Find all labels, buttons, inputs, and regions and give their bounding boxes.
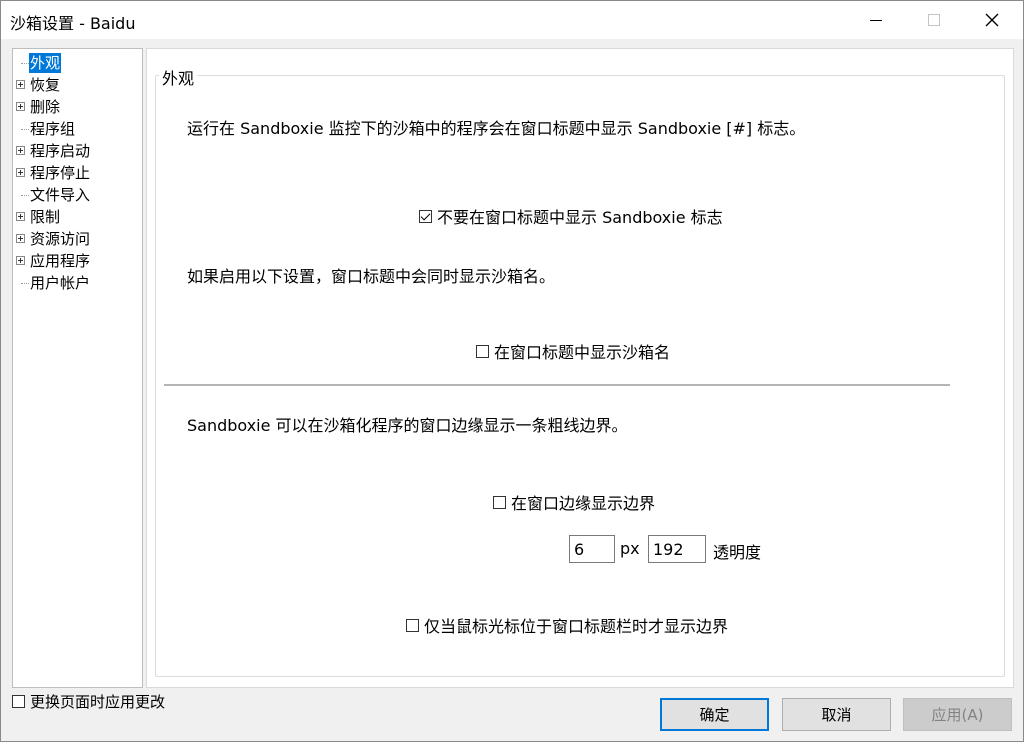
cancel-button[interactable]: 取消 — [782, 698, 891, 731]
tree-connector — [21, 63, 29, 64]
show-border-label[interactable]: 在窗口边缘显示边界 — [511, 490, 655, 514]
expand-icon[interactable] — [16, 234, 25, 243]
tree-item-label: 用户帐户 — [30, 274, 91, 292]
tree-item-resource-access[interactable]: 资源访问 — [13, 229, 141, 249]
tree-item-label: 程序停止 — [30, 164, 91, 182]
tree-item-label: 程序启动 — [30, 142, 91, 160]
expand-icon[interactable] — [16, 168, 25, 177]
window-title: 沙箱设置 - Baidu — [10, 14, 136, 33]
box-name-description: 如果启用以下设置，窗口标题中会同时显示沙箱名。 — [187, 267, 556, 286]
border-width-input[interactable] — [569, 535, 615, 563]
tree-item-recovery[interactable]: 恢复 — [13, 75, 141, 95]
maximize-icon — [928, 14, 940, 26]
show-box-name-checkbox-row[interactable]: 在窗口标题中显示沙箱名 — [476, 339, 670, 363]
title-marker-description: 运行在 Sandboxie 监控下的沙箱中的程序会在窗口标题中显示 Sandbo… — [187, 119, 806, 138]
tree-item-user-accounts[interactable]: 用户帐户 — [13, 273, 141, 293]
maximize-button — [911, 1, 957, 39]
border-on-hover-checkbox[interactable] — [406, 618, 419, 632]
group-title: 外观 — [159, 65, 198, 89]
border-description: Sandboxie 可以在沙箱化程序的窗口边缘显示一条粗线边界。 — [187, 416, 628, 435]
hide-marker-label[interactable]: 不要在窗口标题中显示 Sandboxie 标志 — [437, 204, 723, 228]
tree-item-label: 删除 — [30, 98, 61, 116]
tree-connector — [21, 283, 29, 284]
tree-item-delete[interactable]: 删除 — [13, 97, 141, 117]
tree-item-label: 文件导入 — [30, 186, 91, 204]
expand-icon[interactable] — [16, 256, 25, 265]
tree-item-label: 恢复 — [30, 76, 61, 94]
apply-on-page-change-checkbox[interactable] — [12, 695, 25, 708]
expand-icon[interactable] — [16, 102, 25, 111]
close-button[interactable] — [969, 1, 1015, 39]
border-width-unit: px — [620, 539, 640, 558]
apply-button: 应用(A) — [903, 698, 1012, 731]
tree-item-program-start[interactable]: 程序启动 — [13, 141, 141, 161]
title-bar[interactable]: 沙箱设置 - Baidu — [1, 1, 1023, 39]
section-separator — [164, 384, 950, 386]
expand-icon[interactable] — [16, 146, 25, 155]
tree-item-restrictions[interactable]: 限制 — [13, 207, 141, 227]
tree-item-program-groups[interactable]: 程序组 — [13, 119, 141, 139]
expand-icon[interactable] — [16, 80, 25, 89]
tree-item-label: 资源访问 — [30, 230, 91, 248]
settings-tree[interactable]: 外观 恢复 删除 程序组 程序启动 程序停止 文件导入 限制 资源访问 应用程序… — [12, 48, 143, 688]
show-box-name-checkbox[interactable] — [476, 344, 489, 358]
tree-item-file-migration[interactable]: 文件导入 — [13, 185, 141, 205]
show-border-checkbox-row[interactable]: 在窗口边缘显示边界 — [493, 490, 655, 514]
apply-on-page-change-label[interactable]: 更换页面时应用更改 — [30, 691, 165, 712]
apply-on-page-change-row[interactable]: 更换页面时应用更改 — [12, 691, 165, 712]
tree-item-label: 程序组 — [30, 120, 76, 138]
group-box-frame — [155, 75, 1005, 677]
border-on-hover-checkbox-row[interactable]: 仅当鼠标光标位于窗口标题栏时才显示边界 — [406, 613, 728, 637]
opacity-input[interactable] — [648, 535, 706, 563]
tree-item-applications[interactable]: 应用程序 — [13, 251, 141, 271]
show-border-checkbox[interactable] — [493, 495, 506, 509]
tree-item-program-stop[interactable]: 程序停止 — [13, 163, 141, 183]
close-icon — [985, 13, 999, 27]
settings-window: 沙箱设置 - Baidu 外观 恢复 删除 程序组 程序启动 程序停止 文件导入… — [0, 0, 1024, 742]
minimize-button[interactable] — [853, 1, 899, 39]
settings-panel: 外观 运行在 Sandboxie 监控下的沙箱中的程序会在窗口标题中显示 San… — [146, 48, 1014, 688]
tree-item-label: 应用程序 — [30, 252, 91, 270]
tree-item-label: 外观 — [29, 53, 62, 73]
tree-item-appearance[interactable]: 外观 — [13, 53, 141, 73]
show-box-name-label[interactable]: 在窗口标题中显示沙箱名 — [494, 339, 670, 363]
tree-connector — [21, 129, 29, 130]
tree-item-label: 限制 — [30, 208, 61, 226]
expand-icon[interactable] — [16, 212, 25, 221]
opacity-label: 透明度 — [713, 543, 762, 562]
border-on-hover-label[interactable]: 仅当鼠标光标位于窗口标题栏时才显示边界 — [424, 613, 728, 637]
ok-button[interactable]: 确定 — [660, 698, 769, 731]
tree-connector — [21, 195, 29, 196]
hide-marker-checkbox[interactable] — [419, 209, 432, 223]
hide-marker-checkbox-row[interactable]: 不要在窗口标题中显示 Sandboxie 标志 — [419, 204, 723, 228]
minimize-icon — [870, 20, 882, 21]
